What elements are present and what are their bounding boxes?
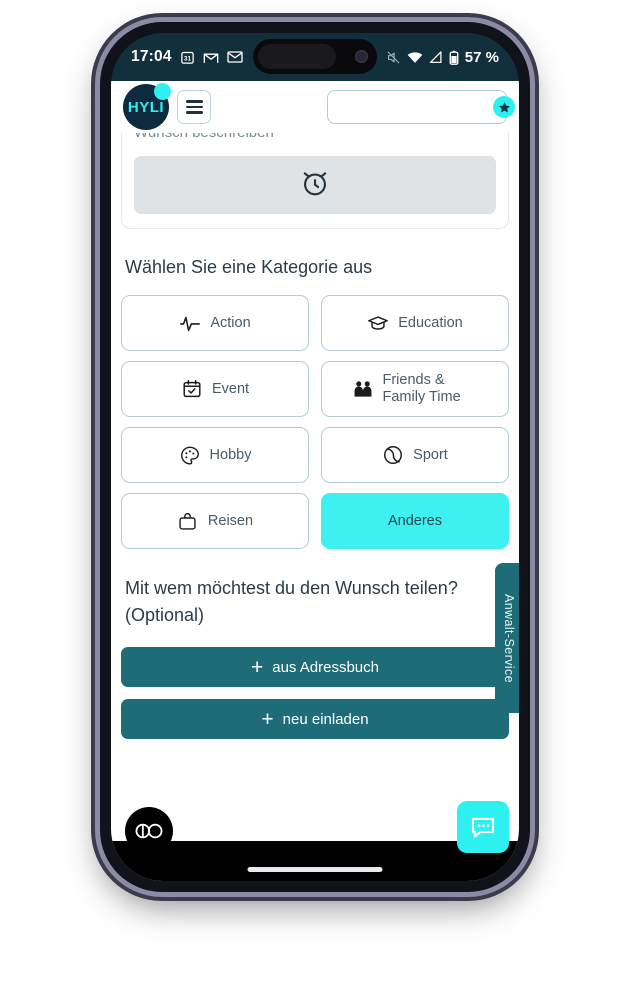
cookie-consent-toggle-icon[interactable] <box>125 807 173 855</box>
category-label: Hobby <box>209 446 252 463</box>
battery-icon <box>449 50 459 65</box>
people-group-icon <box>352 378 374 400</box>
app-header: HYLI <box>111 81 519 133</box>
reminder-time-box[interactable] <box>134 156 496 214</box>
add-from-addressbook-button[interactable]: + aus Adressbuch <box>121 647 509 688</box>
front-camera-icon <box>355 50 368 63</box>
suitcase-icon <box>177 510 199 532</box>
category-label: Event <box>211 380 250 397</box>
mute-icon <box>386 50 401 65</box>
ball-icon <box>382 444 404 466</box>
phone-frame: 17:04 31 57 % HYLI Wählen Sie eine Kateg… <box>100 22 530 892</box>
category-label: Education <box>398 314 463 331</box>
island-pill <box>258 44 336 69</box>
category-card-friends-family-time[interactable]: Friends & Family Time <box>321 361 509 418</box>
hamburger-menu-icon[interactable] <box>177 90 211 124</box>
graduation-cap-icon <box>367 312 389 334</box>
category-label: Anderes <box>387 512 442 529</box>
anwalt-service-label: Anwalt-Service <box>502 593 516 683</box>
category-card-event[interactable]: Event <box>121 361 309 418</box>
chat-bubble-icon[interactable] <box>457 801 509 853</box>
mail-icon <box>226 51 243 63</box>
plus-icon: + <box>250 655 264 679</box>
status-time: 17:04 <box>131 48 172 65</box>
category-card-anderes[interactable]: Anderes <box>321 493 509 550</box>
wish-description-label: Wunsch beschreiben <box>134 133 496 144</box>
status-bar-right: 57 % <box>386 49 499 66</box>
hamburger-bar <box>185 105 203 109</box>
search-input[interactable] <box>338 100 493 114</box>
app-logo[interactable]: HYLI <box>123 83 171 130</box>
hamburger-bar <box>185 100 203 103</box>
anwalt-service-tab[interactable]: Anwalt-Service <box>495 563 519 713</box>
search-box[interactable] <box>327 90 515 124</box>
calendar-31-icon: 31 <box>180 50 195 65</box>
wish-description-card: Wunsch beschreiben <box>121 133 509 229</box>
svg-text:31: 31 <box>184 55 191 62</box>
calendar-check-icon <box>181 378 203 400</box>
battery-percent: 57 % <box>464 48 499 66</box>
category-grid: Action Education Event Friends & Family … <box>111 279 519 550</box>
category-card-education[interactable]: Education <box>321 295 509 352</box>
category-card-hobby[interactable]: Hobby <box>121 427 309 484</box>
cellular-signal-icon <box>429 50 443 64</box>
category-label: Sport <box>413 446 448 463</box>
button-label: aus Adressbuch <box>272 658 379 676</box>
category-card-sport[interactable]: Sport <box>321 427 509 484</box>
share-section-title: Mit wem möchtest du den Wunsch teilen? (… <box>125 578 458 626</box>
category-card-action[interactable]: Action <box>121 295 309 352</box>
phone-screen: 17:04 31 57 % HYLI Wählen Sie eine Kateg… <box>111 33 519 881</box>
activity-pulse-icon <box>179 312 201 334</box>
status-bar: 17:04 31 57 % <box>111 33 519 81</box>
page-content: Wunsch beschreiben Wählen Sie eine Kateg… <box>111 133 519 881</box>
dynamic-island <box>253 39 377 74</box>
gmail-icon <box>203 51 219 64</box>
palette-icon <box>179 444 201 466</box>
wifi-icon <box>407 51 423 64</box>
invite-new-button[interactable]: + neu einladen <box>121 699 509 740</box>
logo-accent-dot-icon <box>154 83 171 100</box>
star-icon[interactable] <box>493 96 515 118</box>
category-label: Friends & Family Time <box>382 371 461 406</box>
share-action-buttons: + aus Adressbuch + neu einladen <box>111 629 519 740</box>
category-card-reisen[interactable]: Reisen <box>121 493 309 550</box>
button-label: neu einladen <box>282 710 369 728</box>
home-indicator[interactable] <box>247 867 383 872</box>
category-label: Action <box>210 314 251 331</box>
plus-icon: + <box>261 707 274 731</box>
alarm-clock-icon <box>298 166 332 205</box>
status-bar-left: 17:04 31 <box>131 48 243 66</box>
hamburger-bar <box>185 111 203 114</box>
category-section-title: Wählen Sie eine Kategorie aus <box>125 257 373 277</box>
category-label: Reisen <box>207 512 254 529</box>
